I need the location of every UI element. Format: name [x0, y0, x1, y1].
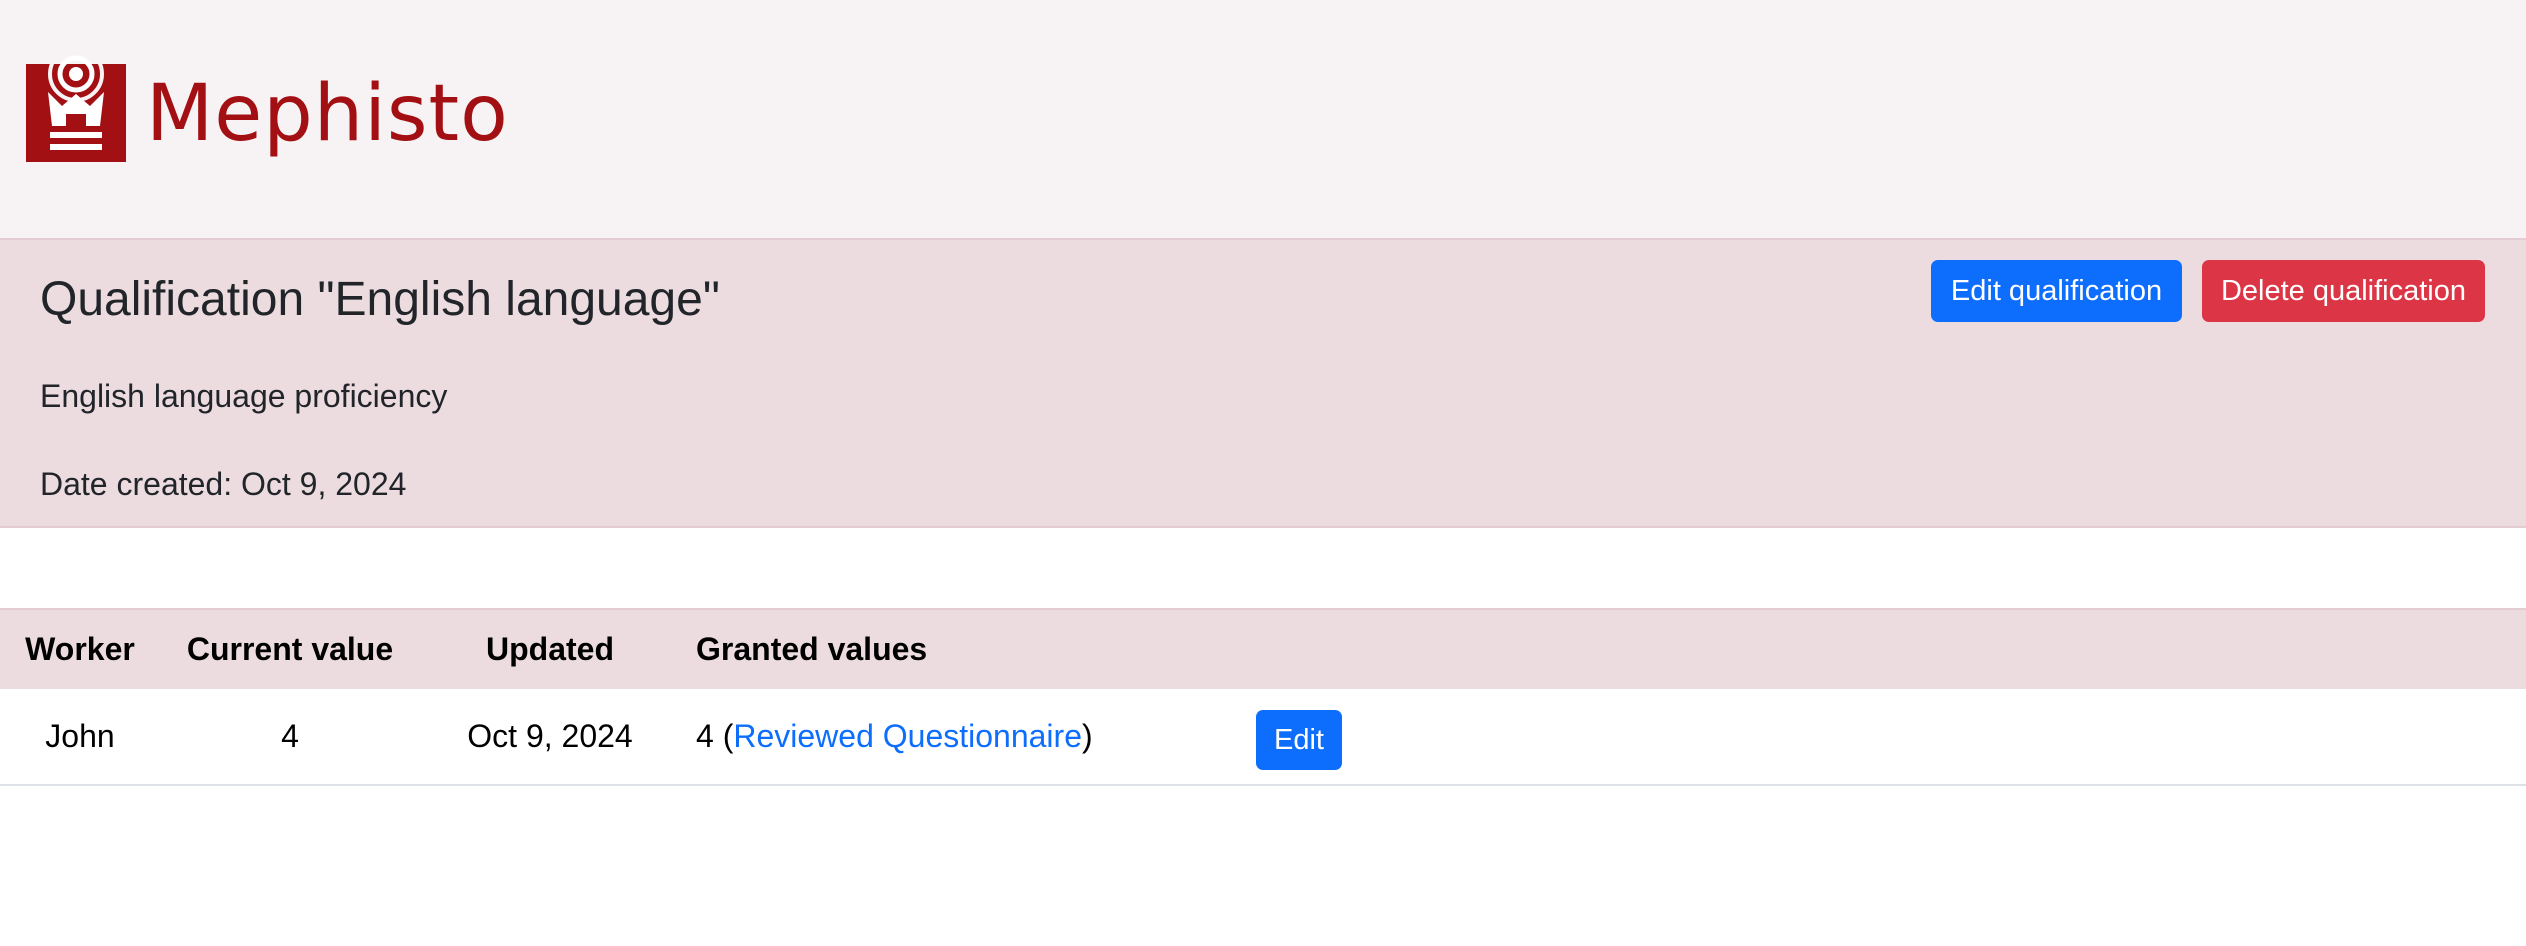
reviewed-questionnaire-link[interactable]: Reviewed Questionnaire: [733, 718, 1082, 754]
granted-paren-close: ): [1081, 718, 1093, 754]
qualification-panel: Qualification "English language" English…: [0, 238, 2526, 528]
granted-value: 4: [696, 718, 714, 754]
cell-current-value: 4: [281, 718, 299, 754]
cell-worker: John: [45, 718, 115, 754]
edit-qualification-button[interactable]: Edit qualification: [1931, 260, 2182, 322]
granted-paren-open: (: [713, 718, 734, 754]
brand-name: Mephisto: [146, 69, 509, 159]
crown-broadcast-icon: [26, 54, 126, 162]
column-header-actions: [1256, 608, 2526, 689]
cell-updated: Oct 9, 2024: [467, 718, 633, 754]
cell-actions: Edit: [1256, 689, 2526, 785]
qualification-title: Qualification "English language": [40, 273, 720, 326]
column-header-worker: Worker: [0, 608, 160, 689]
workers-table: Worker Current value Updated Granted val…: [0, 608, 2526, 786]
column-header-granted-values: Granted values: [680, 608, 1256, 689]
edit-worker-button[interactable]: Edit: [1256, 709, 1342, 770]
column-header-updated: Updated: [420, 608, 680, 689]
page-header: Mephisto: [0, 0, 2526, 238]
table-row: John 4 Oct 9, 2024 4 (Reviewed Questionn…: [0, 689, 2526, 785]
qualification-description: English language proficiency: [40, 378, 448, 414]
workers-table-container: Worker Current value Updated Granted val…: [0, 608, 2526, 786]
cell-granted-values: 4 (Reviewed Questionnaire): [680, 689, 1256, 785]
column-header-current-value: Current value: [160, 608, 420, 689]
table-header-row: Worker Current value Updated Granted val…: [0, 608, 2526, 689]
delete-qualification-button[interactable]: Delete qualification: [2202, 260, 2485, 322]
mephisto-logo[interactable]: [26, 54, 126, 162]
qualification-date-created: Date created: Oct 9, 2024: [40, 466, 407, 502]
